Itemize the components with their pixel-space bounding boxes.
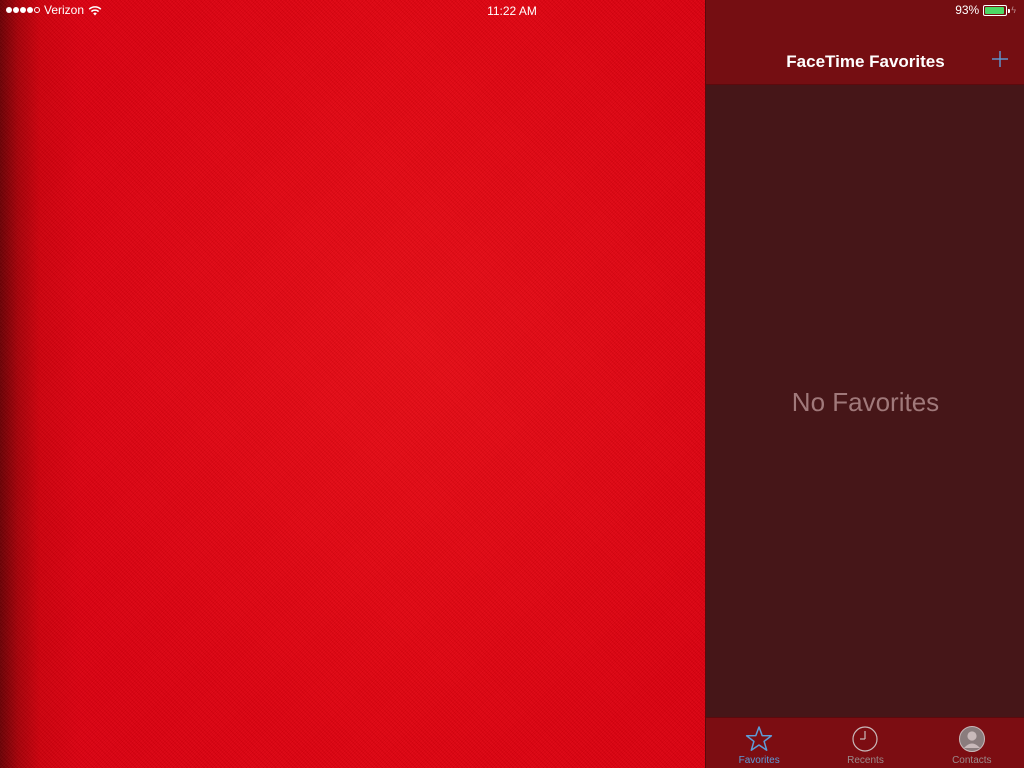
tab-favorites[interactable]: Favorites (706, 718, 812, 768)
clock-icon (852, 726, 879, 752)
status-bar: Verizon 11:22 AM 93% ϟ (0, 0, 1024, 20)
facetime-screen: Verizon 11:22 AM 93% ϟ FaceTime Favorite… (0, 0, 1024, 768)
battery-icon (983, 4, 1011, 16)
status-time: 11:22 AM (487, 4, 537, 18)
empty-state-message: No Favorites (791, 387, 940, 417)
panel-title: FaceTime Favorites (786, 52, 945, 71)
tab-recents[interactable]: Recents (812, 718, 918, 768)
charging-icon: ϟ (1011, 5, 1016, 15)
plus-icon (992, 51, 1008, 67)
tab-contacts[interactable]: Contacts (919, 718, 1024, 768)
tab-label-contacts: Contacts (952, 755, 992, 766)
person-icon (958, 726, 985, 752)
status-right: 93% ϟ (955, 3, 1016, 17)
favorites-panel: FaceTime Favorites No Favorites Favorite… (705, 0, 1024, 768)
tab-label-favorites: Favorites (738, 755, 780, 766)
camera-preview (0, 0, 705, 768)
tab-label-recents: Recents (847, 755, 884, 766)
battery-percentage: 93% (955, 3, 980, 17)
add-favorite-button[interactable] (989, 48, 1011, 70)
star-icon (746, 726, 773, 751)
battery-level-fill (985, 6, 1004, 14)
favorites-list[interactable]: No Favorites (706, 85, 1024, 717)
tab-bar: Favorites Recents Contacts (706, 717, 1024, 768)
